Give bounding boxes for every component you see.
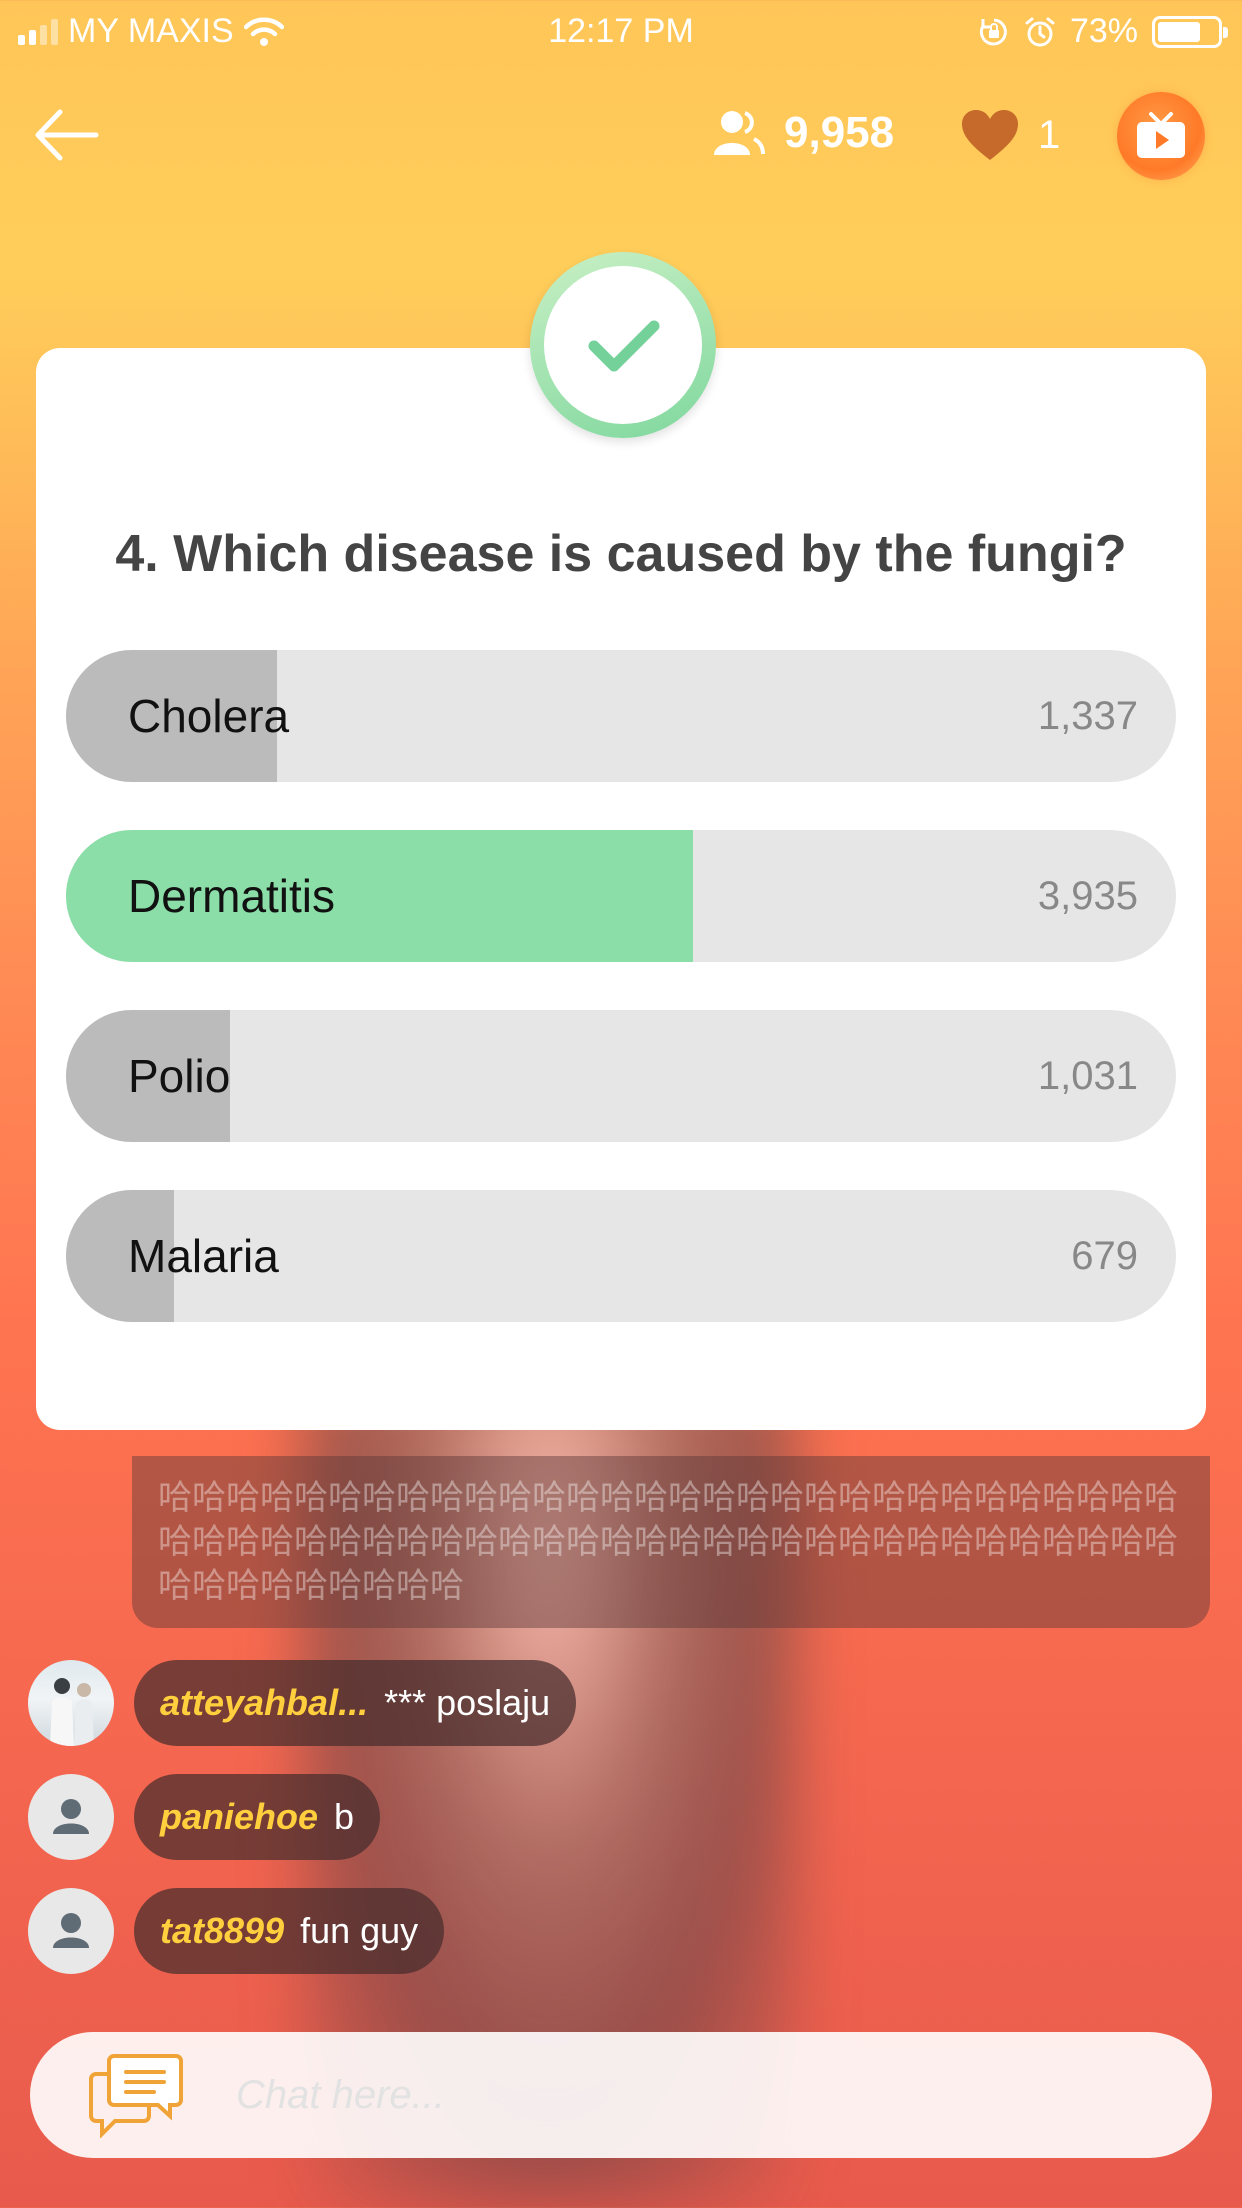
answer-label: Cholera: [128, 690, 290, 742]
lives-counter: 1: [960, 108, 1060, 162]
answer-option-polio: Polio 1,031: [66, 1010, 1176, 1142]
chat-username[interactable]: atteyahbal...: [160, 1682, 368, 1724]
chat-bubble: tat8899 fun guy: [134, 1888, 445, 1974]
answer-option-malaria: Malaria 679: [66, 1190, 1176, 1322]
result-badge: [530, 252, 716, 438]
answer-option-cholera: Cholera 1,337: [66, 650, 1176, 782]
chat-username[interactable]: paniehoe: [160, 1796, 318, 1838]
avatar[interactable]: [28, 1660, 114, 1746]
answer-label: Malaria: [128, 1230, 279, 1282]
chat-bubble: paniehoe b: [134, 1774, 381, 1860]
battery-percent: 73%: [1069, 12, 1138, 50]
status-bar: MY MAXIS 12:17 PM 73%: [0, 0, 1242, 62]
heart-icon: [962, 110, 1018, 160]
chat-username[interactable]: tat8899: [160, 1910, 284, 1952]
chat-input-placeholder[interactable]: Chat here...: [236, 2032, 445, 2158]
chat-bubble-icon[interactable]: [88, 2052, 184, 2138]
rotation-lock-icon: [979, 18, 1007, 45]
chat-message-flood: 哈哈哈哈哈哈哈哈哈哈哈哈哈哈哈哈哈哈哈哈哈哈哈哈哈哈哈哈哈哈哈哈哈哈哈哈哈哈哈哈…: [132, 1456, 1210, 1628]
chat-message: atteyahbal... *** poslaju: [28, 1660, 577, 1746]
tv-play-icon: [1137, 112, 1185, 158]
result-badge-inner: [544, 266, 702, 424]
answer-count: 1,337: [1037, 694, 1138, 738]
back-arrow-icon[interactable]: [30, 100, 110, 170]
viewer-count: 9,958: [784, 108, 895, 157]
status-right: 73%: [978, 12, 1228, 51]
chat-message: tat8899 fun guy: [28, 1888, 445, 1974]
chat-bubble: atteyahbal... *** poslaju: [134, 1660, 577, 1746]
chat-input-bar[interactable]: Chat here...: [30, 2032, 1212, 2158]
chat-text: b: [334, 1796, 355, 1837]
battery-icon: [1152, 15, 1228, 48]
check-icon: [588, 320, 660, 372]
question-text: 4. Which disease is caused by the fungi?: [115, 525, 1127, 583]
chat-text: fun guy: [300, 1910, 419, 1951]
answer-label: Dermatitis: [128, 870, 336, 922]
lives-count: 1: [1038, 112, 1061, 157]
answer-count: 1,031: [1037, 1054, 1138, 1098]
battery-fill: [1158, 21, 1200, 42]
viewer-counter: 9,958: [712, 108, 894, 158]
chat-message: paniehoe b: [28, 1774, 381, 1860]
tv-button[interactable]: [1117, 92, 1205, 180]
chat-text: *** poslaju: [384, 1682, 551, 1723]
default-user-icon: [53, 1799, 89, 1834]
viewers-icon: [714, 111, 765, 155]
alarm-icon: [1025, 17, 1055, 46]
answer-label: Polio: [128, 1050, 231, 1102]
answer-option-dermatitis: Dermatitis 3,935: [66, 830, 1176, 962]
avatar[interactable]: [28, 1888, 114, 1974]
user-photo-icon: [50, 1678, 94, 1746]
default-user-icon: [53, 1913, 89, 1948]
answer-count: 3,935: [1037, 874, 1138, 918]
avatar[interactable]: [28, 1774, 114, 1860]
answer-count: 679: [1071, 1234, 1138, 1278]
